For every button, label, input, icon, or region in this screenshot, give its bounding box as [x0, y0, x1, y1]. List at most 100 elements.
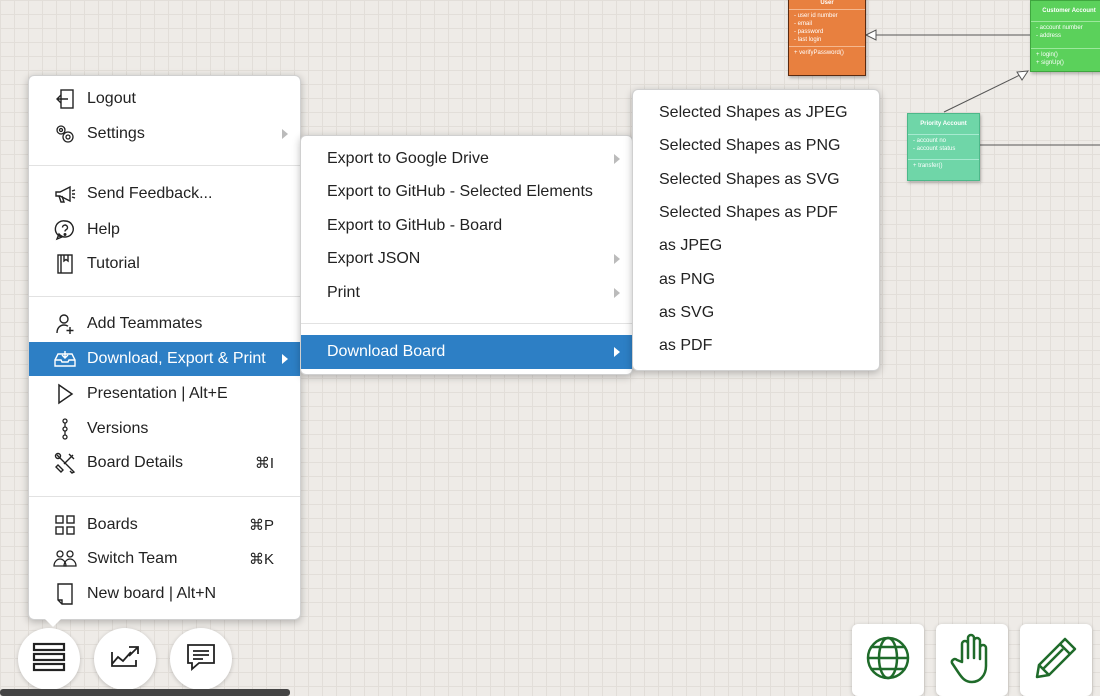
menu-item-label: Download Board — [327, 343, 446, 360]
play-icon — [52, 381, 78, 407]
menu-item-export-github-board[interactable]: Export to GitHub - Board — [301, 209, 632, 243]
attribute: - last login — [794, 37, 822, 43]
menu-item-label: Selected Shapes as PDF — [659, 204, 838, 221]
menu-item-label: New board | Alt+N — [87, 585, 217, 602]
menu-item-download-board[interactable]: Download Board — [301, 335, 632, 369]
user-class-shape[interactable]: User - user id number - email - password… — [788, 0, 866, 76]
download-board-submenu: Selected Shapes as JPEG Selected Shapes … — [632, 89, 880, 371]
logout-icon — [52, 86, 78, 112]
menu-item-label: as JPEG — [659, 237, 723, 254]
menu-item-send-feedback[interactable]: Send Feedback... — [29, 177, 300, 211]
menu-item-board-svg[interactable]: as SVG — [633, 296, 879, 330]
main-menu: Logout Settings Send Feedback... Help Tu… — [28, 75, 301, 627]
menu-item-switch-team[interactable]: Switch Team ⌘K — [29, 542, 300, 576]
menu-item-tutorial[interactable]: Tutorial — [29, 247, 300, 281]
main-menu-button[interactable] — [18, 628, 80, 690]
attribute: - account number — [1036, 25, 1083, 31]
status-bar — [0, 689, 290, 696]
menu-item-label: Board Details — [87, 454, 184, 471]
menu-item-board-jpeg[interactable]: as JPEG — [633, 229, 879, 263]
menu-item-board-png[interactable]: as PNG — [633, 263, 879, 297]
menu-item-label: Selected Shapes as JPEG — [659, 104, 848, 121]
menu-item-boards[interactable]: Boards ⌘P — [29, 508, 300, 542]
menu-item-label: Presentation | Alt+E — [87, 385, 228, 402]
attribute: - account status — [913, 146, 956, 152]
menu-item-add-teammates[interactable]: Add Teammates — [29, 307, 300, 341]
customer-account-class-shape[interactable]: Customer Account - account number - addr… — [1030, 0, 1100, 72]
menu-item-label: as SVG — [659, 304, 715, 321]
add-user-icon — [52, 311, 78, 337]
menu-item-label: Export JSON — [327, 250, 421, 267]
gears-icon — [52, 121, 78, 147]
submenu-arrow-icon — [614, 254, 620, 264]
hand-icon — [948, 632, 996, 689]
share-button[interactable] — [94, 628, 156, 690]
menu-item-logout[interactable]: Logout — [29, 82, 300, 116]
submenu-arrow-icon — [282, 354, 288, 364]
menu-item-selected-svg[interactable]: Selected Shapes as SVG — [633, 163, 879, 197]
menu-item-label: Help — [87, 221, 120, 238]
tools-icon — [52, 450, 78, 476]
menu-item-label: Selected Shapes as SVG — [659, 171, 840, 188]
menu-divider — [29, 296, 300, 297]
menu-icon — [32, 642, 66, 677]
menu-item-label: Export to Google Drive — [327, 150, 489, 167]
menu-item-label: Logout — [87, 90, 136, 107]
menu-divider — [301, 323, 632, 324]
method: + verifyPassword() — [794, 50, 844, 56]
tray-download-icon — [52, 346, 78, 372]
shortcut-label: ⌘P — [248, 517, 274, 534]
new-page-icon — [52, 581, 78, 607]
menu-item-versions[interactable]: Versions — [29, 412, 300, 446]
menu-item-presentation[interactable]: Presentation | Alt+E — [29, 377, 300, 411]
menu-item-print[interactable]: Print — [301, 276, 632, 310]
menu-item-label: Selected Shapes as PNG — [659, 137, 841, 154]
globe-tool-button[interactable] — [852, 624, 924, 696]
menu-item-export-json[interactable]: Export JSON — [301, 242, 632, 276]
submenu-arrow-icon — [614, 288, 620, 298]
class-attributes: - user id number - email - password - la… — [789, 9, 865, 46]
menu-item-label: Switch Team — [87, 550, 178, 567]
attribute: - address — [1036, 33, 1062, 39]
versions-icon — [52, 416, 78, 442]
menu-item-settings[interactable]: Settings — [29, 117, 300, 151]
menu-item-new-board[interactable]: New board | Alt+N — [29, 577, 300, 611]
grid-icon — [52, 512, 78, 538]
class-attributes: - account number - address — [1031, 21, 1100, 42]
pencil-icon — [1033, 635, 1079, 686]
comments-button[interactable] — [170, 628, 232, 690]
menu-item-label: as PNG — [659, 271, 716, 288]
menu-item-label: Download, Export & Print — [87, 350, 266, 367]
menu-item-board-details[interactable]: Board Details ⌘I — [29, 446, 300, 480]
class-methods: + verifyPassword() — [789, 46, 865, 59]
menu-item-export-google-drive[interactable]: Export to Google Drive — [301, 142, 632, 176]
method: + transfer() — [913, 163, 943, 169]
menu-item-label: Settings — [87, 125, 145, 142]
submenu-arrow-icon — [282, 129, 288, 139]
menu-item-selected-png[interactable]: Selected Shapes as PNG — [633, 129, 879, 163]
menu-item-selected-jpeg[interactable]: Selected Shapes as JPEG — [633, 96, 879, 130]
method: + signUp() — [1036, 60, 1064, 66]
pencil-tool-button[interactable] — [1020, 624, 1092, 696]
export-submenu: Export to Google Drive Export to GitHub … — [300, 135, 633, 375]
chat-icon — [185, 642, 217, 677]
hand-tool-button[interactable] — [936, 624, 1008, 696]
menu-item-help[interactable]: Help — [29, 213, 300, 247]
book-icon — [52, 251, 78, 277]
megaphone-icon — [52, 181, 78, 207]
menu-item-board-pdf[interactable]: as PDF — [633, 329, 879, 363]
menu-item-export-github-selected[interactable]: Export to GitHub - Selected Elements — [301, 175, 632, 209]
menu-item-download-export-print[interactable]: Download, Export & Print — [29, 342, 300, 376]
team-icon — [52, 546, 78, 572]
menu-item-label: Versions — [87, 420, 149, 437]
menu-item-label: Add Teammates — [87, 315, 203, 332]
priority-account-class-shape[interactable]: Priority Account - account no - account … — [907, 113, 980, 181]
menu-item-selected-pdf[interactable]: Selected Shapes as PDF — [633, 196, 879, 230]
help-icon — [52, 217, 78, 243]
submenu-arrow-icon — [614, 154, 620, 164]
class-title: Customer Account — [1042, 8, 1096, 14]
submenu-arrow-icon — [614, 347, 620, 357]
menu-item-label: Tutorial — [87, 255, 140, 272]
shortcut-label: ⌘K — [248, 551, 274, 568]
class-title: User — [820, 0, 834, 6]
